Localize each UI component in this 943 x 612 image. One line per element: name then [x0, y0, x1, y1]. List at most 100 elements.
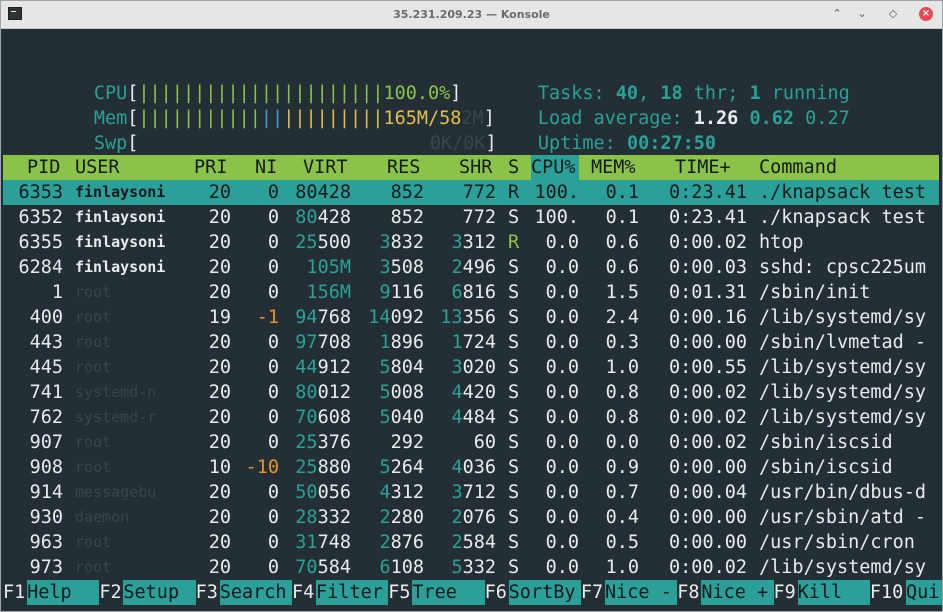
fkey-f2[interactable]: F2 — [99, 580, 121, 605]
fkey-f7[interactable]: F7 — [581, 580, 603, 605]
fkey-f1[interactable]: F1 — [3, 580, 25, 605]
process-row[interactable]: 762 systemd-r 20 0 70608 5040 4484 S 0.0 0.8 0:00.… — [3, 405, 939, 430]
process-shr: 4484 — [451, 407, 496, 428]
column-header-virt[interactable]: VIRT — [303, 155, 348, 180]
process-row[interactable]: 908 root 10 -10 25880 5264 4036 S 0.0 0.9 0:00.00 /… — [3, 455, 939, 480]
process-shr: 772 — [462, 207, 496, 228]
column-header-shr[interactable]: SHR — [459, 155, 492, 180]
process-row[interactable]: 1 root 20 0 156M 9116 6816 S 0.0 1.5 0:01.31/sbin/… — [3, 280, 939, 305]
process-row[interactable]: 400 root 19 -1 94768 14092 13356 S 0.0 2.4 0:00.16… — [3, 305, 939, 330]
process-res: 3508 — [379, 257, 424, 278]
column-header-pri[interactable]: PRI — [194, 155, 227, 180]
process-user: systemd-r — [75, 408, 157, 426]
window-title: 35.231.209.23 — Konsole — [393, 8, 550, 21]
process-time: 0:00.02 — [669, 432, 747, 453]
column-header-user[interactable]: USER — [75, 155, 120, 180]
process-row[interactable]: 963 root 20 0 31748 2876 2584 S 0.0 0.5 0:00.00/us… — [3, 530, 939, 555]
column-header-command[interactable]: Command — [759, 155, 837, 180]
column-header-mem[interactable]: MEM% — [591, 155, 636, 180]
process-shr: 6816 — [451, 282, 496, 303]
process-row[interactable]: 973 root 20 0 70584 6108 5332 S 0.0 1.0 0:00.02/li… — [3, 555, 939, 580]
cpu-meter: CPU[||||||||||||||||||||||100.0%] — [93, 83, 462, 104]
process-mem: 0.8 — [605, 407, 639, 428]
process-user: root — [75, 308, 112, 326]
close-icon[interactable]: × — [919, 7, 933, 21]
process-row[interactable]: 6355 finlaysoni 20 0 25500 3832 3312 R 0.0 0.6 0:0… — [3, 230, 939, 255]
process-pid: 6355 — [18, 232, 63, 253]
process-pri: 20 — [208, 507, 231, 528]
fkey-f4-label[interactable]: Filter — [316, 580, 389, 605]
column-header-cpu[interactable]: CPU% — [531, 155, 579, 180]
process-row[interactable]: 914 messagebu 20 0 50056 4312 3712 S 0.0 0.7 0:00.… — [3, 480, 939, 505]
fkey-f10-label[interactable]: Qui — [906, 580, 942, 605]
process-pid: 973 — [29, 557, 63, 578]
process-user: messagebu — [75, 483, 157, 501]
column-header-state[interactable]: S — [508, 155, 519, 180]
fkey-f10[interactable]: F10 — [870, 580, 903, 605]
fkey-f7-label[interactable]: Nice - — [605, 580, 678, 605]
fkey-f9[interactable]: F9 — [774, 580, 796, 605]
fkey-f2-label[interactable]: Setup — [123, 580, 196, 605]
process-virt: 25500 — [295, 232, 351, 253]
process-row[interactable]: 930 daemon 20 0 28332 2280 2076 S 0.0 0.4 0:00.00 /… — [3, 505, 939, 530]
fkey-f3[interactable]: F3 — [196, 580, 218, 605]
fkey-f1-label[interactable]: Help — [27, 580, 100, 605]
process-row[interactable]: 907 root 20 0 25376 292 60 S 0.0 0.0 0:00.02/sbin/… — [3, 430, 939, 455]
process-ni: 0 — [267, 507, 279, 528]
process-shr: 60 — [473, 432, 496, 453]
fkey-f8[interactable]: F8 — [677, 580, 699, 605]
title-bar[interactable]: 35.231.209.23 — Konsole ⌃ ⌄ ◇ × — [1, 1, 942, 29]
process-row[interactable]: 741 systemd-n 20 0 80012 5008 4420 S 0.0 0.8 0:00.… — [3, 380, 939, 405]
keep-above-icon[interactable]: ◇ — [885, 6, 901, 22]
process-ni: 0 — [267, 232, 279, 253]
process-ni: 0 — [267, 482, 279, 503]
process-row[interactable]: 6352 finlaysoni 20 0 80428 852 772 S 100. 0.1 0:23… — [3, 205, 939, 230]
load-15min: 0.27 — [805, 108, 850, 129]
process-cpu: 0.0 — [545, 532, 579, 553]
process-ni: 0 — [267, 532, 279, 553]
fkey-f3-label[interactable]: Search — [219, 580, 292, 605]
process-s: S — [508, 307, 520, 328]
process-s: R — [508, 232, 520, 253]
fkey-f4[interactable]: F4 — [292, 580, 314, 605]
process-time: 0:23.41 — [669, 182, 747, 203]
process-pid: 914 — [29, 482, 63, 503]
process-cpu: 0.0 — [545, 482, 579, 503]
maximize-icon[interactable]: ⌄ — [854, 6, 870, 22]
process-row[interactable]: 6353 finlaysoni 20 0 80428 852 772 R 100. 0.1 0:23… — [3, 180, 939, 205]
process-res: 1896 — [379, 332, 424, 353]
fkey-f5-label[interactable]: Tree — [412, 580, 485, 605]
column-header-time[interactable]: TIME+ — [675, 155, 731, 180]
process-virt: 50056 — [295, 482, 351, 503]
process-s: S — [508, 332, 520, 353]
process-res: 2280 — [379, 507, 424, 528]
fkey-f5[interactable]: F5 — [388, 580, 410, 605]
process-ni: 0 — [267, 432, 279, 453]
process-pri: 20 — [208, 532, 231, 553]
minimize-icon[interactable]: ⌃ — [829, 6, 845, 22]
process-user: finlaysoni — [75, 183, 166, 201]
process-row[interactable]: 445 root 20 0 44912 5804 3020 S 0.0 1.0 0:00.55/li… — [3, 355, 939, 380]
fkey-f9-label[interactable]: Kill — [797, 580, 870, 605]
process-pri: 20 — [208, 257, 231, 278]
column-header-res[interactable]: RES — [387, 155, 420, 180]
process-mem: 0.5 — [605, 532, 639, 553]
fkey-f6-label[interactable]: SortBy — [508, 580, 581, 605]
column-header-ni[interactable]: NI — [255, 155, 277, 180]
process-pid: 6352 — [18, 207, 63, 228]
process-shr: 772 — [462, 182, 496, 203]
process-ni: 0 — [267, 182, 279, 203]
fkey-f6[interactable]: F6 — [485, 580, 507, 605]
process-cmd: /sbin/init — [759, 282, 871, 303]
process-row[interactable]: 443 root 20 0 97708 1896 1724 S 0.0 0.3 0:00.00/sb… — [3, 330, 939, 355]
process-user: systemd-n — [75, 383, 157, 401]
column-header-pid[interactable]: PID — [27, 155, 60, 180]
process-pri: 20 — [208, 182, 231, 203]
process-user: root — [75, 533, 112, 551]
process-cpu: 0.0 — [545, 357, 579, 378]
process-row[interactable]: 6284 finlaysoni 20 0 105M 3508 2496 S 0.0 0.6 0:00… — [3, 255, 939, 280]
terminal-area[interactable]: CPU[||||||||||||||||||||||100.0%] Mem[||… — [1, 29, 942, 611]
fkey-f8-label[interactable]: Nice + — [701, 580, 774, 605]
process-pri: 20 — [208, 332, 231, 353]
process-cpu: 0.0 — [545, 457, 579, 478]
